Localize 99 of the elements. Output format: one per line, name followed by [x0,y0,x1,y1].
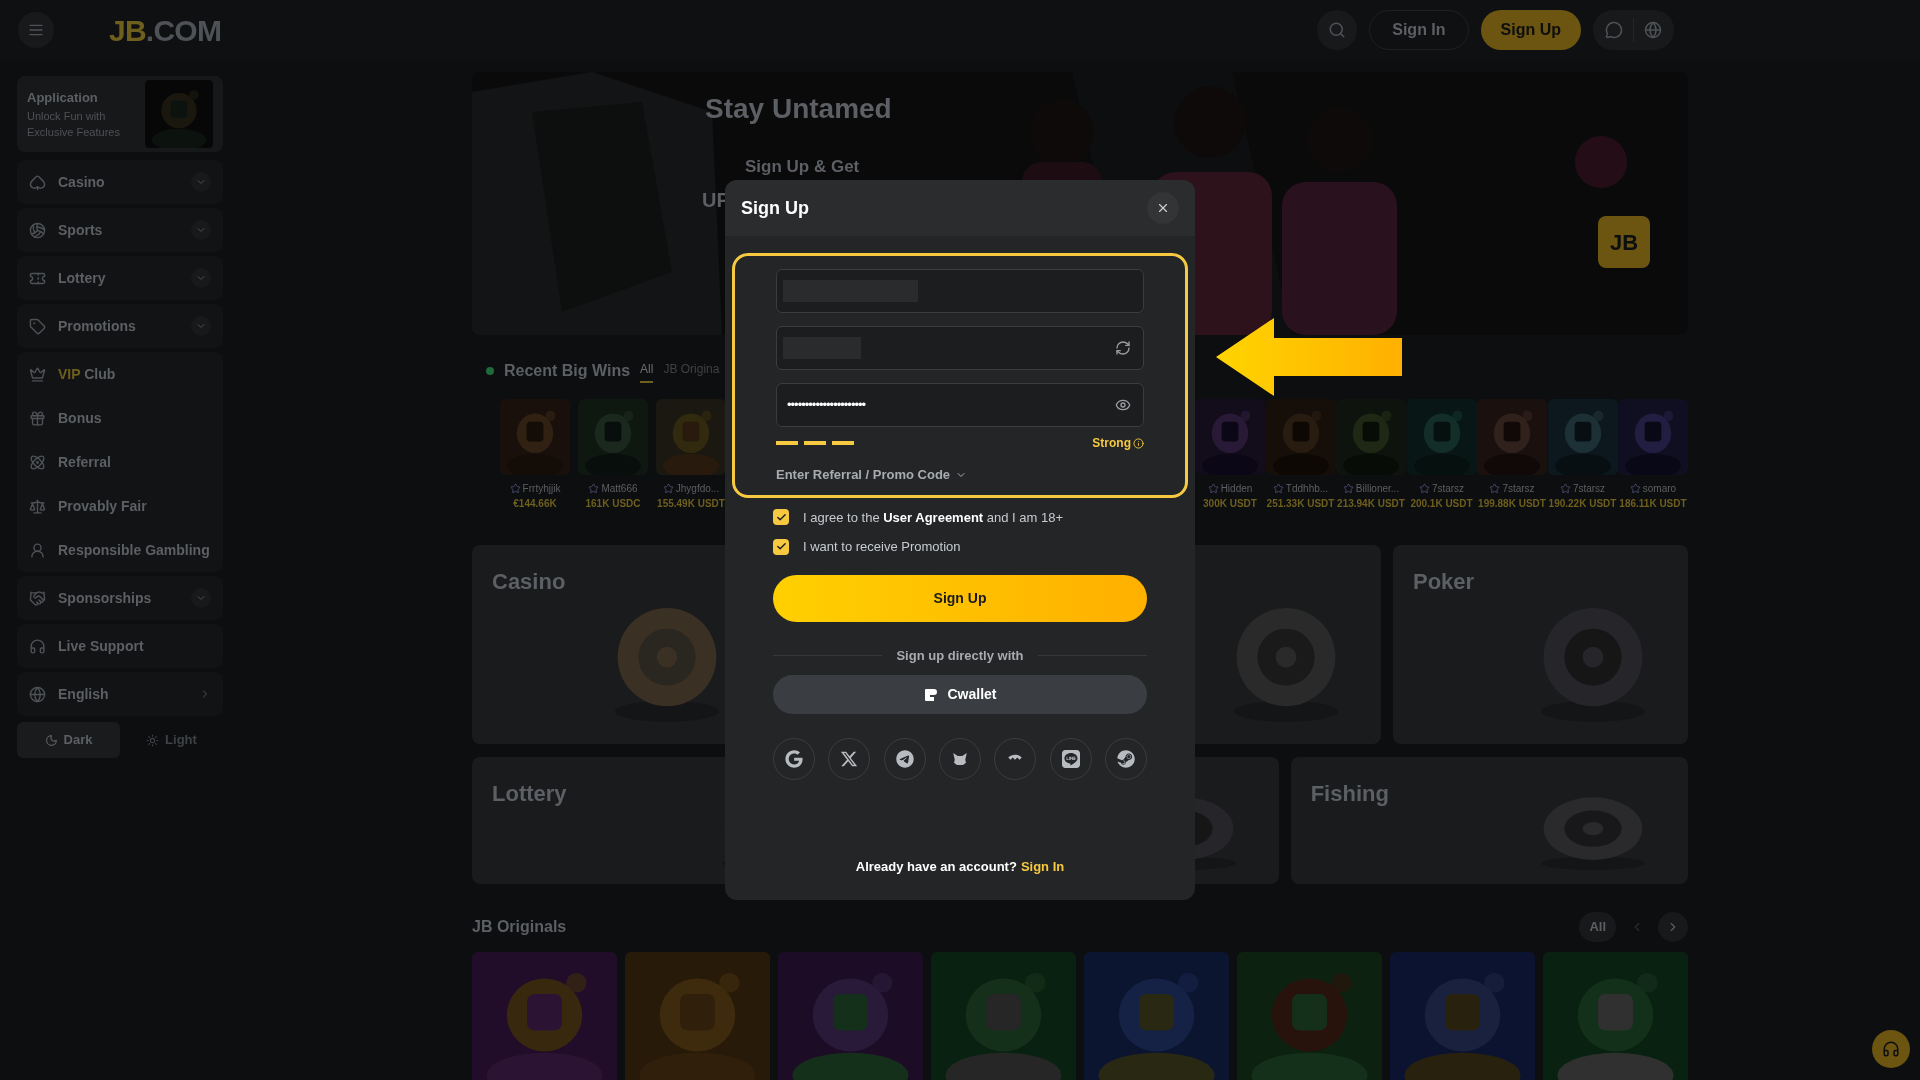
category-card[interactable]: Poker [1393,545,1688,744]
jb-badge: JB [1598,216,1650,268]
input-field[interactable]: •••••••••••••••••••••• [776,383,1144,427]
card-subtitle: Unlock Fun with Exclusive Features [27,108,121,140]
win-amount: 190.22K USDT [1548,497,1617,511]
checkbox-label: I want to receive Promotion [803,538,961,556]
star-icon [509,483,521,494]
close-icon [1156,201,1170,215]
menu-icon [28,22,44,38]
checkbox[interactable] [773,538,789,555]
banner-subtitle: Sign Up & Get [745,156,860,178]
wallet-icon [923,686,940,703]
theme-toggle[interactable]: Dark [17,722,120,758]
star-icon [662,483,674,494]
globe-icon [29,685,46,703]
headphones-icon [1882,1040,1900,1058]
checkbox-label: I agree to the User Agreement and I am 18+ [803,508,1064,527]
category-title: Fishing [1310,780,1389,808]
atom-icon [29,453,46,471]
sidebar-item[interactable]: Promotions [17,304,223,348]
section-title: Recent Big Wins [504,361,631,381]
divider-label: Sign up directly with [896,646,1024,665]
cards-icon [29,173,46,191]
sun-icon [146,733,160,747]
view-all-button[interactable]: All [1579,912,1616,942]
wallet-button[interactable]: Cwallet [773,675,1147,714]
star-icon [1272,483,1284,494]
strength-label: Strong [1092,435,1131,452]
ball-icon [29,221,46,239]
player-name: Frrtyhjjik [522,482,561,496]
win-amount: 199.88K USDT [1478,497,1546,511]
moon-icon [44,733,58,747]
user-icon [29,541,46,559]
win-amount: 186.11K USDT [1619,497,1687,511]
player-name: Tddhhb... [1285,482,1329,496]
dialog-title: Sign Up [741,196,809,220]
close-button[interactable] [1147,192,1179,224]
player-name: somaro [1642,482,1677,496]
win-amount: 251.33K USDT [1266,497,1335,511]
category-card[interactable]: Fishing [1290,757,1688,884]
section-title: JB Originals [472,917,567,937]
player-name: Jhygfdo... [675,482,720,496]
win-amount: 300K USDT [1203,497,1257,511]
card-title: Application [27,89,99,108]
win-amount: €144.66K [513,497,557,511]
info-icon[interactable] [1133,437,1144,449]
sign-up-button[interactable]: Sign Up [773,574,1147,622]
handshake-icon [29,589,46,607]
crown-icon [29,365,46,383]
player-name: 7starsz [1431,482,1465,496]
star-icon [1489,483,1501,494]
banner-title: Stay Untamed [705,92,892,126]
tag-icon [29,317,46,335]
sidebar-item[interactable]: VIP Club [17,352,223,396]
star-icon [1559,483,1571,494]
player-name: 7starsz [1572,482,1606,496]
category-title: Casino [492,568,566,596]
promo-code-toggle[interactable]: Enter Referral / Promo Code [776,465,968,485]
star-icon [588,483,600,494]
star-icon [1342,483,1354,494]
refresh-icon[interactable] [1115,340,1131,356]
show-password-icon[interactable] [1115,397,1131,413]
win-amount: 213.94K USDT [1337,497,1405,511]
headphones-icon [29,637,46,655]
sidebar-item[interactable]: Referral [17,440,223,484]
player-name: 7starsz [1502,482,1535,496]
sign-up-button[interactable]: Sign Up [1480,10,1581,50]
check-icon [775,511,787,523]
star-icon [1418,483,1430,494]
sidebar-item[interactable]: Sponsorships [17,576,223,620]
scales-icon [29,497,46,515]
win-amount: 161K USDC [585,497,641,511]
player-name: Billioner... [1355,482,1400,496]
player-name: Matt666 [601,482,638,496]
sidebar-item[interactable]: Live Support [17,624,223,668]
player-name: Hidden [1220,482,1253,496]
sidebar-item[interactable]: Lottery [17,256,223,300]
gift-icon [29,409,46,427]
sidebar-item[interactable]: Sports [17,208,223,252]
category-title: Lottery [492,780,567,808]
category-title: Poker [1413,568,1475,596]
sidebar-item[interactable]: Casino [17,160,223,204]
input-field[interactable] [776,326,1144,370]
win-amount: 155.49K USDT [657,497,725,511]
sidebar-item[interactable]: Bonus [17,396,223,440]
app-promo-card[interactable]: Application Unlock Fun with Exclusive Features [17,76,223,152]
sign-in-link[interactable]: Sign In [1020,856,1065,876]
search-icon [1328,21,1347,39]
support-button[interactable] [1872,1030,1910,1068]
checkbox[interactable] [773,509,789,526]
win-amount: 200.1K USDT [1410,497,1473,511]
filter-tab[interactable]: All [640,359,654,383]
star-icon [1629,483,1641,494]
star-icon [1207,483,1219,494]
sidebar-item[interactable]: English [17,672,223,716]
sidebar-item[interactable]: Responsible Gambling [17,528,223,572]
sidebar-item[interactable]: Provably Fair [17,484,223,528]
site-logo[interactable]: JB.COM [109,7,222,53]
input-field[interactable] [776,269,1144,313]
